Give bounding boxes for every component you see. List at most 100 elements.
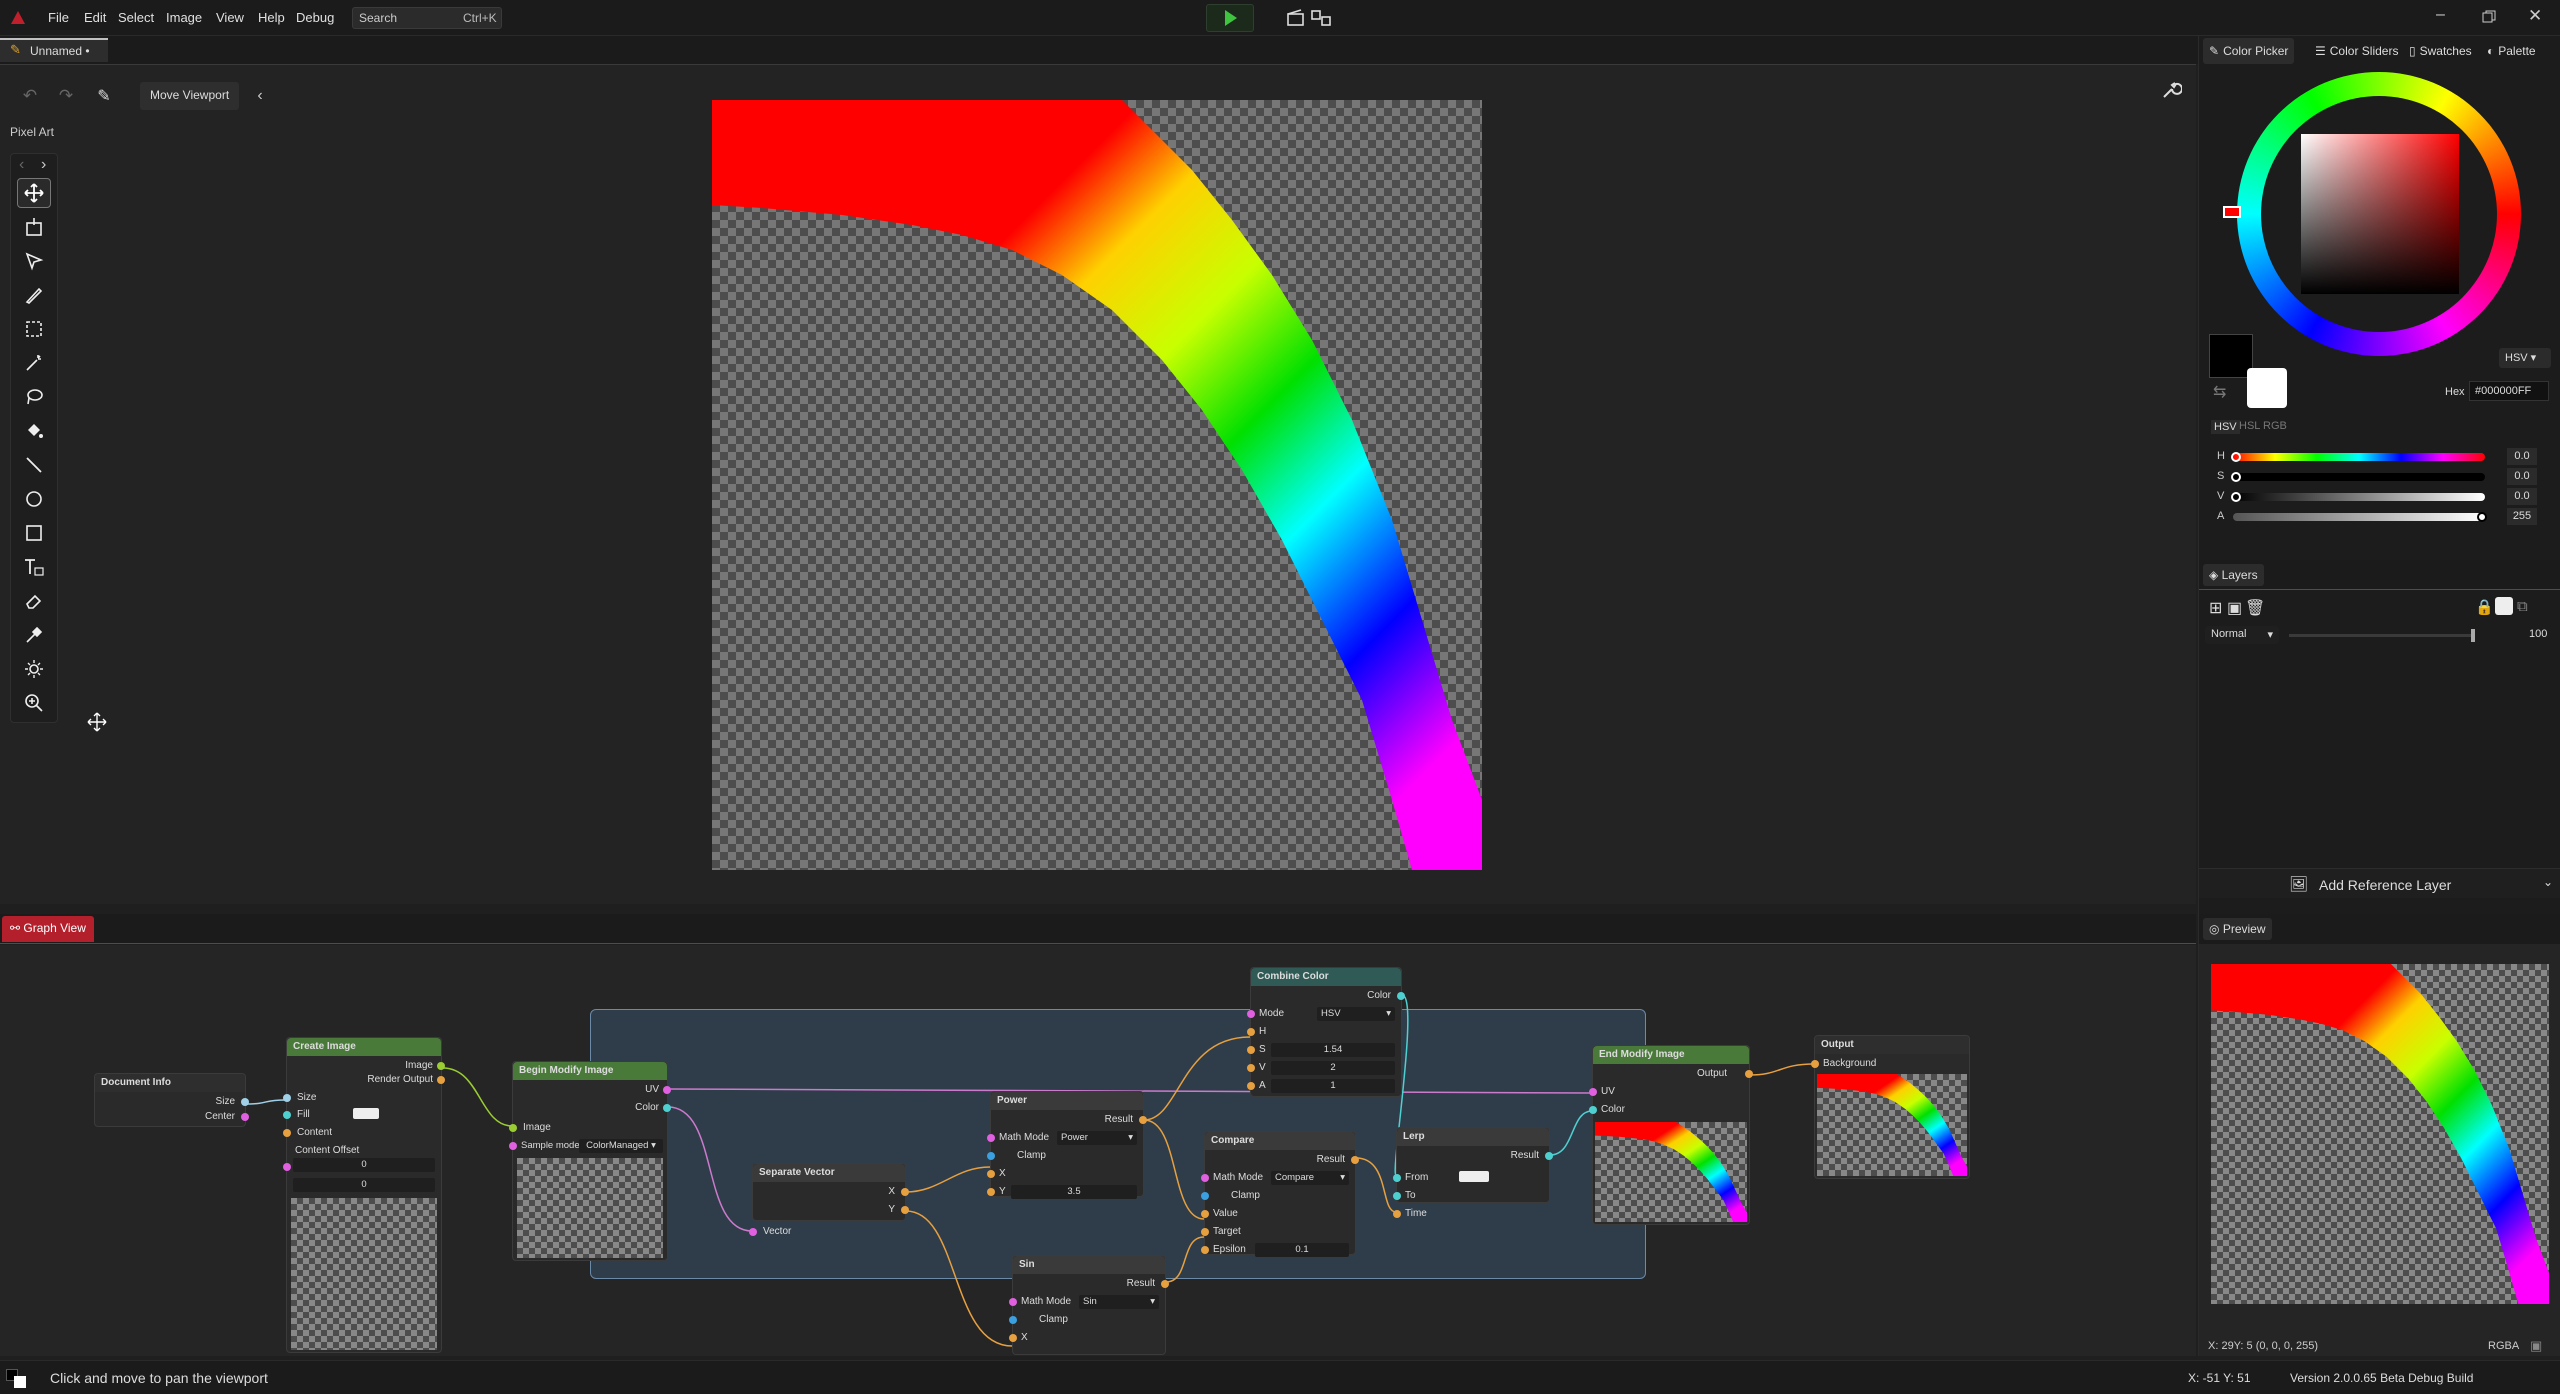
socket[interactable] [1811,1060,1819,1068]
run-button[interactable] [1206,4,1254,32]
delete-layer-icon[interactable]: 🗑 [2245,598,2265,618]
socket[interactable] [663,1104,671,1112]
socket[interactable] [1351,1156,1359,1164]
mask-icon[interactable] [2495,597,2513,615]
menu-debug[interactable]: Debug [296,10,334,25]
from-color-swatch[interactable] [1459,1171,1489,1182]
socket[interactable] [1201,1174,1209,1182]
minimize-icon[interactable]: – [2436,6,2445,24]
brightness-tool[interactable] [17,654,51,684]
socket[interactable] [283,1094,291,1102]
chevron-down-icon[interactable]: ⌄ [2543,875,2553,889]
collapse-options-button[interactable]: ‹ [246,81,274,111]
pen-tool[interactable] [17,280,51,310]
socket[interactable] [987,1170,995,1178]
sample-mode-select[interactable]: ColorManaged ▾ [579,1139,663,1153]
move-tool[interactable] [17,178,51,208]
socket[interactable] [1009,1334,1017,1342]
zoom-tool[interactable] [17,688,51,718]
undo-button[interactable]: ↶ [16,81,44,111]
prev-toolset-icon[interactable]: ‹ [19,156,24,174]
socket[interactable] [437,1076,445,1084]
node-document-info[interactable]: Document Info Size Center [94,1073,249,1127]
socket[interactable] [509,1124,517,1132]
socket[interactable] [1201,1228,1209,1236]
tab-hsl[interactable]: HSL [2239,420,2260,432]
eraser-tool[interactable] [17,586,51,616]
tab-palette[interactable]: ◐ Palette [2481,38,2542,64]
socket[interactable] [283,1163,291,1171]
v-value[interactable]: 0.0 [2507,488,2537,505]
select-tool[interactable] [17,246,51,276]
redo-button[interactable]: ↷ [52,81,80,111]
socket[interactable] [1201,1210,1209,1218]
wrench-icon[interactable] [2160,79,2182,101]
tab-preview[interactable]: ◎ Preview [2203,918,2272,940]
tab-color-sliders[interactable]: ☰ Color Sliders [2309,38,2404,64]
text-tool[interactable] [17,552,51,582]
math-mode-select[interactable]: Compare ▾ [1271,1171,1349,1185]
socket[interactable] [1393,1210,1401,1218]
restore-icon[interactable] [2482,10,2496,24]
v-slider[interactable] [2231,492,2485,502]
socket[interactable] [283,1111,291,1119]
socket[interactable] [901,1206,909,1214]
node-output[interactable]: Output Background [1811,1035,1970,1179]
socket[interactable] [437,1062,445,1070]
socket[interactable] [1393,1174,1401,1182]
tab-rgb[interactable]: RGB [2263,420,2287,432]
document-tab[interactable]: ✎ Unnamed • [0,38,108,62]
a-value[interactable]: 255 [2507,508,2537,525]
math-mode-select[interactable]: Power ▾ [1057,1131,1137,1145]
socket[interactable] [509,1142,517,1150]
socket[interactable] [749,1228,757,1236]
s-field[interactable]: 1.54 [1271,1043,1395,1057]
color-mode-select[interactable]: HSV ▾ [2499,348,2551,368]
secondary-color-swatch[interactable] [2247,368,2287,408]
lock-icon[interactable]: 🔒 [2475,598,2494,616]
node-end-modify-image[interactable]: End Modify Image Output UV Color [1589,1045,1753,1225]
socket[interactable] [1201,1192,1209,1200]
socket[interactable] [663,1086,671,1094]
socket[interactable] [987,1152,995,1160]
node-begin-modify-image[interactable]: Begin Modify Image UV Color Image Sample… [509,1061,671,1261]
s-slider[interactable] [2231,472,2485,482]
hex-input[interactable]: #000000FF [2469,381,2549,401]
color-picker-tool[interactable] [17,620,51,650]
socket[interactable] [283,1129,291,1137]
tab-color-picker[interactable]: ✎ Color Picker [2203,38,2295,64]
node-lerp[interactable]: Lerp Result From To Time [1393,1127,1553,1219]
node-graph[interactable]: Document Info Size Center Create Image I… [0,945,2196,1356]
edit-button[interactable]: ✎ [90,81,118,111]
add-reference-layer-button[interactable]: 🖼 Add Reference Layer ⌄ [2199,868,2560,898]
socket[interactable] [1589,1106,1597,1114]
fill-tool[interactable] [17,416,51,446]
h-value[interactable]: 0.0 [2507,448,2537,465]
menu-edit[interactable]: Edit [84,10,106,25]
socket[interactable] [1247,1082,1255,1090]
math-mode-select[interactable]: Sin ▾ [1079,1295,1159,1309]
socket[interactable] [1139,1116,1147,1124]
swap-colors-icon[interactable]: ⇆ [2213,382,2226,402]
new-layer-icon[interactable]: ⊞ [2209,598,2222,618]
a-slider[interactable] [2233,512,2487,522]
node-power[interactable]: Power Result Math Mode Power ▾ Clamp X Y… [987,1091,1147,1199]
socket[interactable] [1745,1070,1753,1078]
menu-select[interactable]: Select [118,10,154,25]
offset-x-field[interactable]: 0 [293,1158,435,1172]
canvas-image[interactable] [712,100,1482,870]
v-field[interactable]: 2 [1271,1061,1395,1075]
socket[interactable] [1397,992,1405,1000]
ellipse-tool[interactable] [17,484,51,514]
next-toolset-icon[interactable]: › [41,156,46,174]
menu-image[interactable]: Image [166,10,202,25]
opacity-slider[interactable] [2289,629,2475,642]
tab-swatches[interactable]: ▯ Swatches [2403,38,2478,64]
socket[interactable] [1247,1064,1255,1072]
hue-handle[interactable] [2223,206,2241,218]
socket[interactable] [1247,1010,1255,1018]
socket[interactable] [1247,1028,1255,1036]
s-value[interactable]: 0.0 [2507,468,2537,485]
new-folder-icon[interactable]: ▣ [2227,598,2242,618]
menu-view[interactable]: View [216,10,244,25]
